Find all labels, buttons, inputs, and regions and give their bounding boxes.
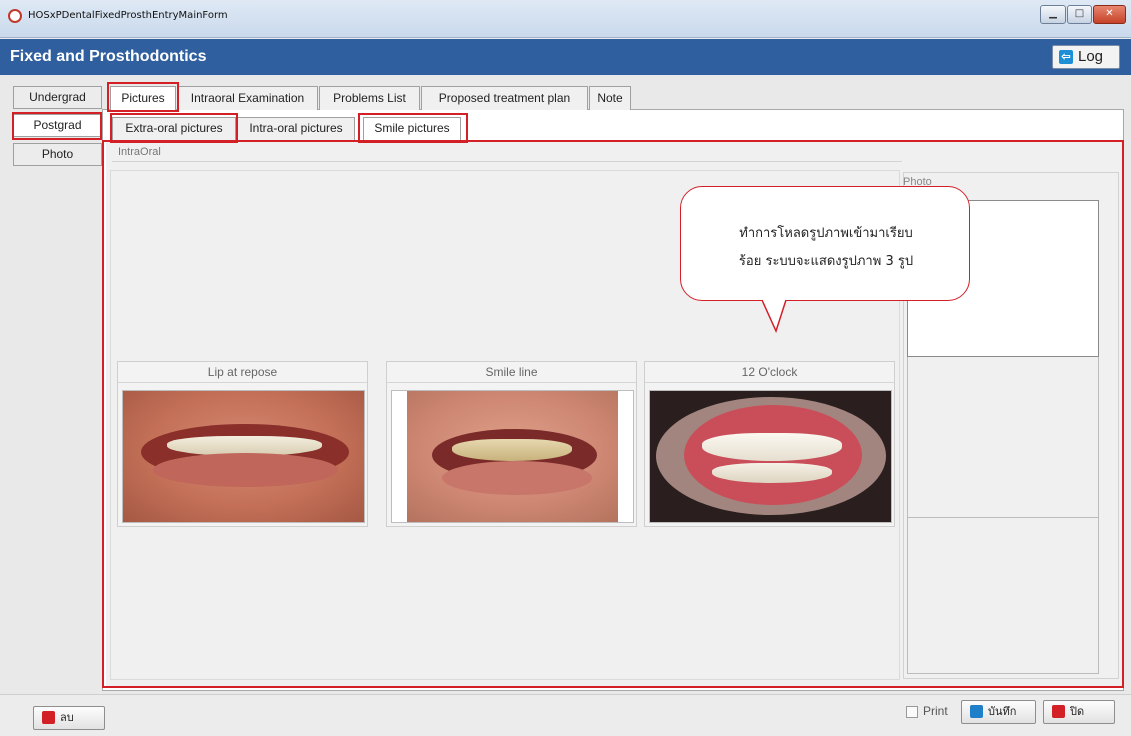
photo-border-left xyxy=(392,391,407,522)
picture-card-smile-line: Smile line xyxy=(386,361,637,527)
close-icon xyxy=(1052,705,1065,718)
callout-tail xyxy=(761,299,787,333)
picture-title: Lip at repose xyxy=(118,362,367,383)
callout-bubble: ทำการโหลดรูปภาพเข้ามาเรียบ ร้อย ระบบจะแส… xyxy=(680,186,970,301)
tab-proposed-treatment-plan[interactable]: Proposed treatment plan xyxy=(421,86,588,110)
tab-note[interactable]: Note xyxy=(589,86,631,110)
left-tab-photo[interactable]: Photo xyxy=(13,143,102,166)
subtab-intra-oral-pictures[interactable]: Intra-oral pictures xyxy=(237,117,355,140)
close-label: ปิด xyxy=(1070,705,1085,718)
form-header: Fixed and Prosthodontics ⇦ Log xyxy=(0,39,1131,75)
group-label: IntraOral xyxy=(118,146,161,158)
picture-card-12-oclock: 12 O'clock xyxy=(644,361,895,527)
save-button[interactable]: บันทึก xyxy=(961,700,1036,724)
trash-icon xyxy=(42,711,55,724)
subtab-smile-pictures[interactable]: Smile pictures xyxy=(363,117,461,141)
form-title: Fixed and Prosthodontics xyxy=(10,48,207,65)
minimize-button[interactable]: ▁ xyxy=(1040,5,1066,24)
subtab-extra-oral-pictures[interactable]: Extra-oral pictures xyxy=(112,117,236,140)
left-tab-undergrad[interactable]: Undergrad xyxy=(13,86,102,109)
callout-line-1: ทำการโหลดรูปภาพเข้ามาเรียบ xyxy=(739,226,913,241)
teeth xyxy=(702,433,842,461)
picture-title: 12 O'clock xyxy=(645,362,894,383)
left-tab-postgrad[interactable]: Postgrad xyxy=(13,114,102,137)
lower-teeth xyxy=(712,463,832,483)
photo-slot-2[interactable] xyxy=(907,357,1099,518)
tab-intraoral-examination[interactable]: Intraoral Examination xyxy=(177,86,318,110)
lower-lip xyxy=(153,453,338,487)
app-icon xyxy=(8,9,22,23)
picture-title: Smile line xyxy=(387,362,636,383)
group-divider xyxy=(112,161,902,162)
12-oclock-photo[interactable] xyxy=(649,390,892,523)
delete-label: ลบ xyxy=(60,711,74,724)
log-button[interactable]: ⇦ Log xyxy=(1052,45,1120,69)
photo-slot-3[interactable] xyxy=(907,518,1099,674)
callout-text: ทำการโหลดรูปภาพเข้ามาเรียบ ร้อย ระบบจะแส… xyxy=(681,220,971,276)
floppy-disk-icon xyxy=(970,705,983,718)
log-icon: ⇦ xyxy=(1059,50,1073,64)
close-button[interactable]: ปิด xyxy=(1043,700,1115,724)
print-label: Print xyxy=(923,704,948,718)
log-label: Log xyxy=(1078,48,1104,65)
teeth xyxy=(452,439,572,461)
lip-at-repose-photo[interactable] xyxy=(122,390,365,523)
window-close-button[interactable]: ✕ xyxy=(1093,5,1126,24)
callout-line-2: ร้อย ระบบจะแสดงรูปภาพ 3 รูป xyxy=(738,254,914,269)
window-titlebar: HOSxPDentalFixedProsthEntryMainForm ▁ □ … xyxy=(0,0,1131,38)
photo-border-right xyxy=(618,391,633,522)
smile-line-photo[interactable] xyxy=(391,390,634,523)
tab-pictures[interactable]: Pictures xyxy=(110,86,176,111)
maximize-button[interactable]: □ xyxy=(1067,5,1092,24)
window-title: HOSxPDentalFixedProsthEntryMainForm xyxy=(28,10,228,21)
save-label: บันทึก xyxy=(988,705,1017,718)
delete-button[interactable]: ลบ xyxy=(33,706,105,730)
picture-card-lip-at-repose: Lip at repose xyxy=(117,361,368,527)
print-checkbox[interactable] xyxy=(906,706,918,718)
lower-lip xyxy=(442,461,592,495)
tab-problems-list[interactable]: Problems List xyxy=(319,86,420,110)
